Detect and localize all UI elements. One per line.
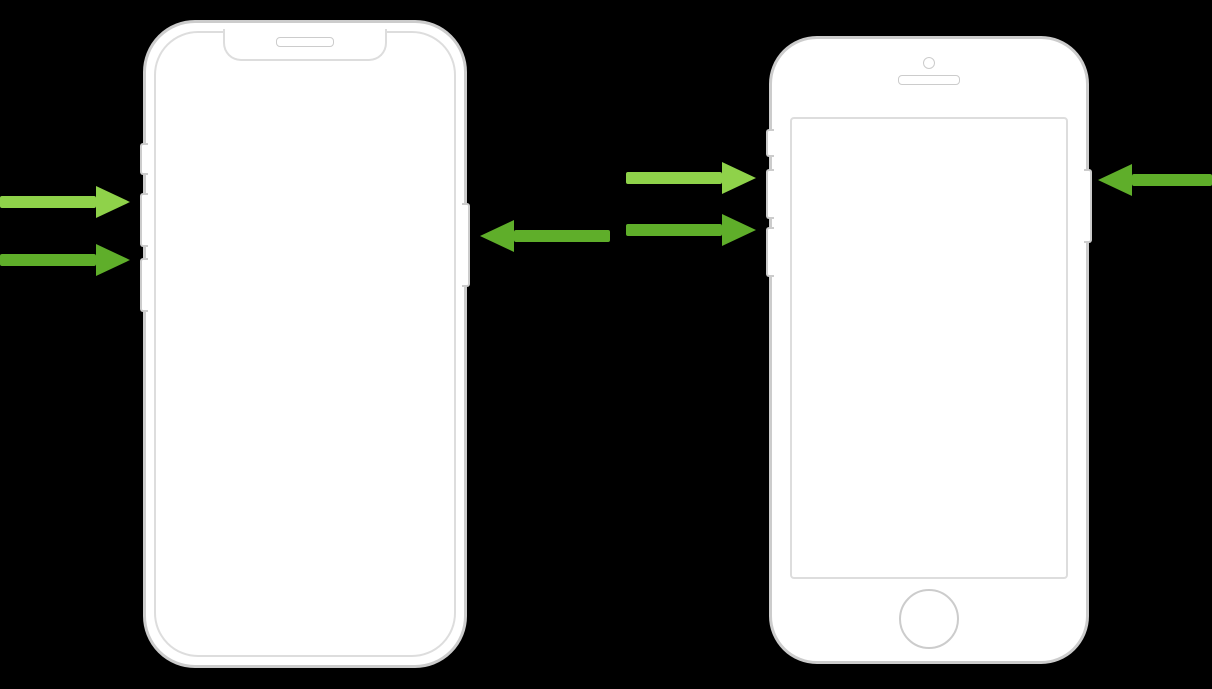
iphone-homebutton-outline <box>769 36 1089 664</box>
volume-up-button <box>140 193 148 247</box>
speaker-grille <box>276 37 334 47</box>
volume-up-button <box>766 169 774 219</box>
side-button <box>1084 169 1092 243</box>
screen-bezel <box>154 31 456 657</box>
side-button <box>462 203 470 287</box>
diagram-canvas <box>0 0 1212 689</box>
arrow-left-icon <box>1098 160 1212 200</box>
arrow-right-icon <box>626 210 756 250</box>
volume-down-button <box>766 227 774 277</box>
arrow-right-icon <box>0 182 130 222</box>
volume-down-button <box>140 258 148 312</box>
iphone-faceid-outline <box>143 20 467 668</box>
mute-switch <box>140 143 148 175</box>
mute-switch <box>766 129 774 157</box>
home-button <box>899 589 959 649</box>
front-camera <box>923 57 935 69</box>
earpiece <box>898 75 960 85</box>
screen-rect <box>790 117 1068 579</box>
arrow-right-icon <box>0 240 130 280</box>
arrow-left-icon <box>480 216 610 256</box>
arrow-right-icon <box>626 158 756 198</box>
